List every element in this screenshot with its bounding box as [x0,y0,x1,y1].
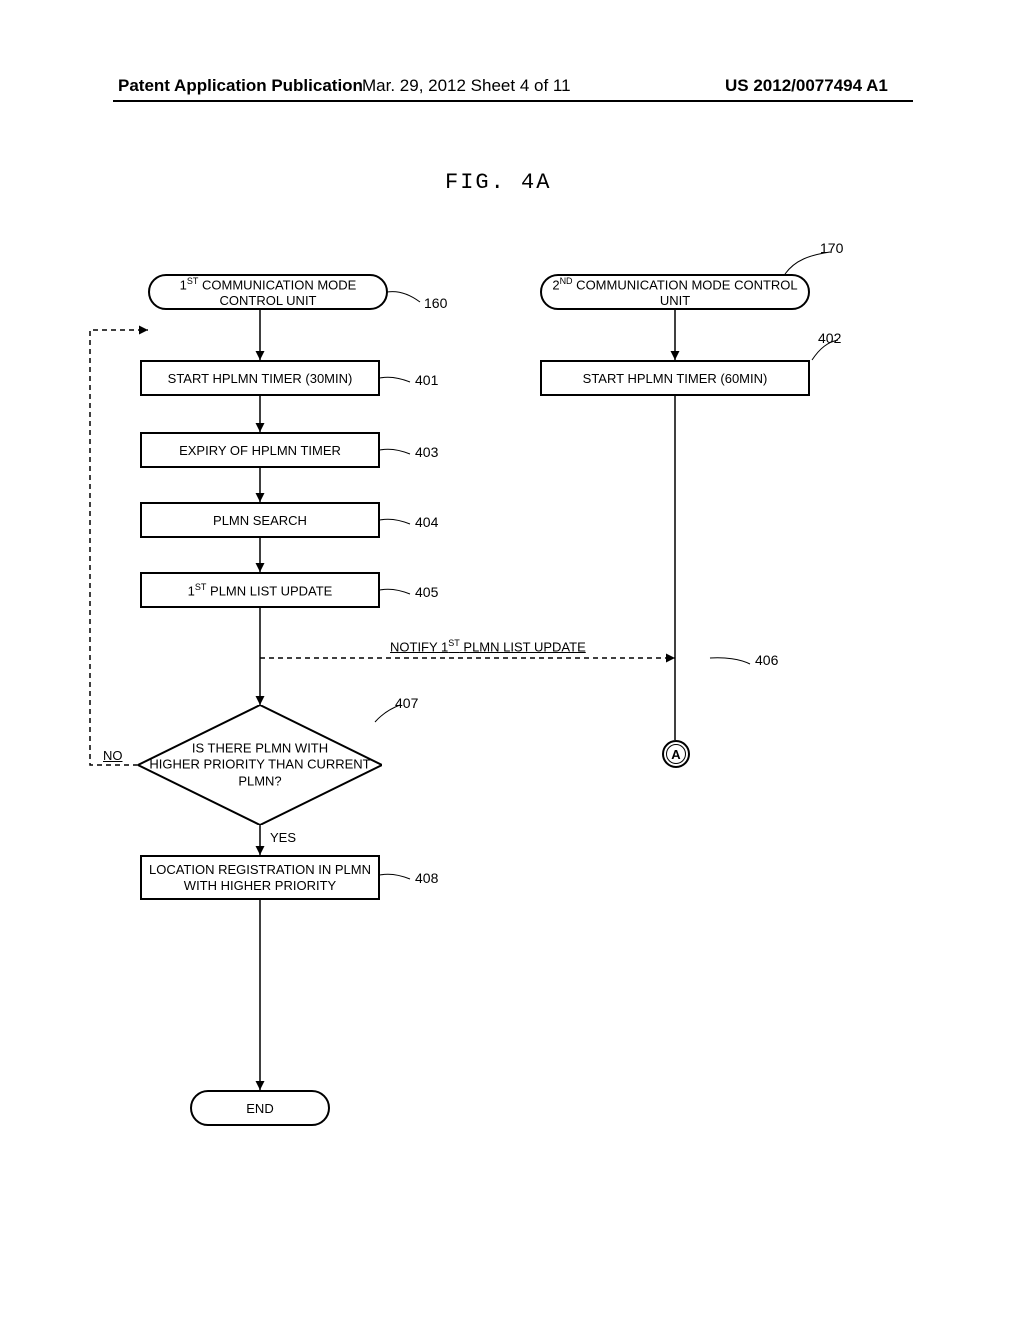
step405-pre: 1 [188,583,195,598]
msg406-post: PLMN LIST UPDATE [460,639,586,654]
ref-408: 408 [415,870,438,886]
unit2-sup: ND [560,276,573,286]
step-405: 1ST PLMN LIST UPDATE [140,572,380,608]
unit2-pre: 2 [552,278,559,293]
unit1-post: COMMUNICATION MODE CONTROL UNIT [198,278,356,308]
ref-406: 406 [755,652,778,668]
ref-401: 401 [415,372,438,388]
end-terminator: END [190,1090,330,1126]
unit1-sup: ST [187,276,199,286]
unit2-post: COMMUNICATION MODE CONTROL UNIT [573,278,798,308]
step-402: START HPLMN TIMER (60MIN) [540,360,810,396]
ref-402: 402 [818,330,841,346]
header-divider [113,100,913,102]
unit-2-terminator: 2ND COMMUNICATION MODE CONTROL UNIT [540,274,810,310]
step-403: EXPIRY OF HPLMN TIMER [140,432,380,468]
flowchart: 1ST COMMUNICATION MODE CONTROL UNIT 160 … [100,250,940,1250]
connector-a: A [662,740,690,768]
step405-sup: ST [195,582,207,592]
step-408: LOCATION REGISTRATION IN PLMN WITH HIGHE… [140,855,380,900]
ref-403: 403 [415,444,438,460]
ref-160: 160 [424,295,447,311]
decision-407-text: IS THERE PLMN WITH HIGHER PRIORITY THAN … [138,741,382,790]
unit1-pre: 1 [180,278,187,293]
msg406-sup: ST [448,638,460,648]
step405-post: PLMN LIST UPDATE [206,583,332,598]
branch-yes: YES [270,830,296,845]
ref-405: 405 [415,584,438,600]
unit-1-terminator: 1ST COMMUNICATION MODE CONTROL UNIT [148,274,388,310]
msg-406: NOTIFY 1ST PLMN LIST UPDATE [390,638,586,654]
ref-404: 404 [415,514,438,530]
ref-170: 170 [820,240,843,256]
ref-407: 407 [395,695,418,711]
header-left: Patent Application Publication [118,76,363,96]
step-401: START HPLMN TIMER (30MIN) [140,360,380,396]
header-center: Mar. 29, 2012 Sheet 4 of 11 [362,76,571,96]
decision-407: IS THERE PLMN WITH HIGHER PRIORITY THAN … [138,705,382,825]
figure-title: FIG. 4A [445,170,551,195]
step-404: PLMN SEARCH [140,502,380,538]
header-right: US 2012/0077494 A1 [725,76,888,96]
msg406-pre: NOTIFY 1 [390,639,448,654]
branch-no: NO [103,748,123,763]
